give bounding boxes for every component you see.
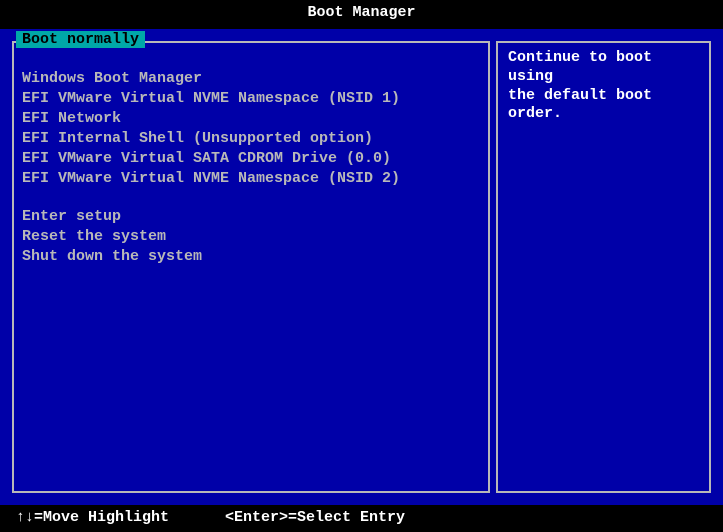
help-text-line2: the default boot order. [508,87,699,125]
page-title: Boot Manager [307,4,415,21]
menu-reset-system[interactable]: Reset the system [22,227,480,247]
main-area: Boot normally Windows Boot Manager EFI V… [0,29,723,505]
selected-item-title[interactable]: Boot normally [16,31,145,48]
boot-entry-shell[interactable]: EFI Internal Shell (Unsupported option) [22,129,480,149]
boot-entry-windows[interactable]: Windows Boot Manager [22,69,480,89]
boot-entry-cdrom[interactable]: EFI VMware Virtual SATA CDROM Drive (0.0… [22,149,480,169]
menu-enter-setup[interactable]: Enter setup [22,207,480,227]
boot-menu-panel: Boot normally Windows Boot Manager EFI V… [12,41,490,493]
boot-manager-screen: Boot Manager Boot normally Windows Boot … [0,0,723,532]
boot-entry-nvme2[interactable]: EFI VMware Virtual NVME Namespace (NSID … [22,169,480,189]
boot-entry-nvme1[interactable]: EFI VMware Virtual NVME Namespace (NSID … [22,89,480,109]
menu-gap [22,189,480,207]
menu-shutdown-system[interactable]: Shut down the system [22,247,480,267]
hint-select-entry: <Enter>=Select Entry [225,509,405,526]
boot-entry-network[interactable]: EFI Network [22,109,480,129]
menu-list: Windows Boot Manager EFI VMware Virtual … [12,41,490,277]
header: Boot Manager [0,0,723,29]
help-text-line1: Continue to boot using [508,49,699,87]
help-panel: Continue to boot using the default boot … [496,41,711,493]
footer: ↑↓=Move Highlight <Enter>=Select Entry [0,505,723,532]
hint-move-highlight: ↑↓=Move Highlight [16,509,169,526]
